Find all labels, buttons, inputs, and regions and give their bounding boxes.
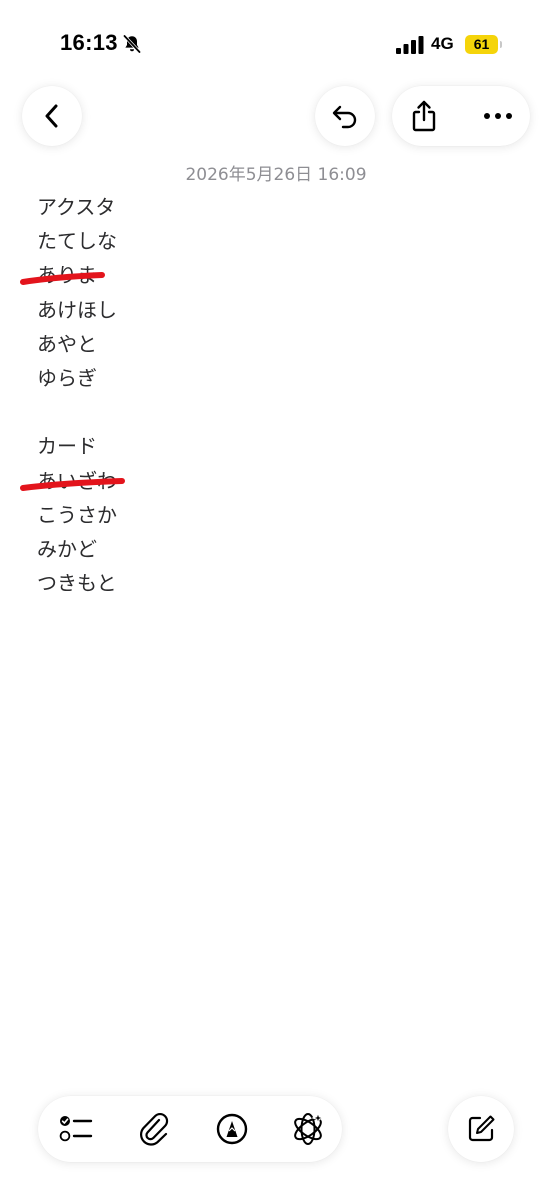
note-line[interactable]: こうさか: [37, 498, 117, 532]
note-line[interactable]: カード: [37, 429, 97, 463]
share-more-group: [392, 86, 530, 146]
network-type: 4G: [431, 34, 454, 53]
markup-pen-icon: [216, 1113, 248, 1145]
checklist-button[interactable]: [46, 1096, 106, 1162]
undo-button[interactable]: [315, 86, 375, 146]
note-line[interactable]: たてしな: [37, 224, 117, 258]
note-line[interactable]: あけほし: [37, 293, 117, 327]
paperclip-icon: [140, 1113, 169, 1146]
note-line[interactable]: つきもと: [37, 566, 117, 600]
checklist-icon: [59, 1116, 93, 1142]
status-time: 16:13: [60, 30, 118, 55]
battery-indicator: 61: [465, 35, 502, 54]
note-line[interactable]: ありま: [37, 258, 97, 292]
battery-level: 61: [465, 35, 498, 54]
status-bar: 16:13 4G 61: [0, 0, 552, 90]
compose-button[interactable]: [448, 1096, 514, 1162]
markup-button[interactable]: [202, 1096, 262, 1162]
note-line[interactable]: あやと: [37, 327, 97, 361]
bell-slash-icon: [123, 34, 141, 54]
note-line[interactable]: あいざわ: [37, 464, 117, 498]
attachment-button[interactable]: [124, 1096, 184, 1162]
note-line[interactable]: ゆらぎ: [37, 361, 97, 395]
chevron-left-icon: [45, 104, 58, 128]
note-date: 2026年5月26日 16:09: [185, 165, 367, 185]
apple-intelligence-button[interactable]: [278, 1096, 338, 1162]
signal-icon: [396, 36, 424, 54]
share-icon: [412, 100, 436, 132]
undo-icon: [332, 105, 357, 129]
bottom-toolbar: [38, 1096, 342, 1162]
share-button[interactable]: [402, 86, 446, 146]
more-button[interactable]: [476, 86, 520, 146]
compose-icon: [468, 1115, 495, 1142]
apple-intelligence-icon: [294, 1111, 325, 1145]
battery-cap: [500, 41, 502, 48]
ellipsis-icon: [484, 113, 512, 119]
note-line[interactable]: みかど: [37, 532, 97, 566]
note-line[interactable]: アクスタ: [37, 190, 115, 224]
back-button[interactable]: [22, 86, 82, 146]
